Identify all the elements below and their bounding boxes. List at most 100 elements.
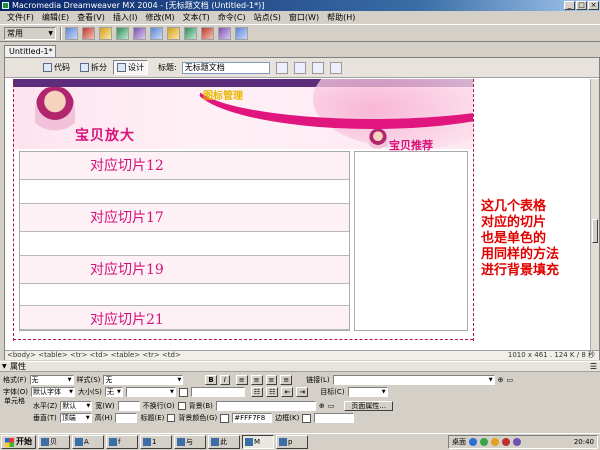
taskbar-item[interactable]: p [276, 435, 308, 449]
align-justify-button[interactable]: ≡ [280, 375, 293, 385]
table-row[interactable]: 对应切片19 [20, 256, 349, 284]
layer-icon[interactable] [133, 26, 146, 40]
outdent-button[interactable]: ⇤ [281, 387, 294, 397]
width-input[interactable] [117, 401, 140, 411]
preview-browser-icon[interactable] [293, 61, 306, 74]
menu-text[interactable]: 文本(T) [179, 12, 214, 23]
menu-commands[interactable]: 命令(C) [214, 12, 250, 23]
taskbar-item-dreamweaver[interactable]: M [242, 435, 274, 449]
menu-help[interactable]: 帮助(H) [323, 12, 359, 23]
code-view-button[interactable]: 代码 [39, 60, 74, 75]
panel-options-icon[interactable]: ☰ [590, 362, 597, 371]
text-color-swatch[interactable] [178, 387, 188, 397]
menu-file[interactable]: 文件(F) [3, 12, 38, 23]
split-view-button[interactable]: 拆分 [76, 60, 111, 75]
background-input[interactable] [215, 401, 316, 411]
size-unit-select[interactable] [125, 387, 176, 397]
size-select[interactable]: 无 [104, 387, 123, 397]
design-view-button[interactable]: 设计 [113, 60, 148, 75]
bgcolor-input[interactable]: #FFF7F8 [232, 413, 273, 423]
taskbar-item[interactable]: 贝 [38, 435, 70, 449]
indent-button[interactable]: ⇥ [296, 387, 309, 397]
start-button[interactable]: 开始 [1, 435, 36, 449]
insert-category-dropdown[interactable]: 常用 [4, 26, 56, 40]
ordered-list-button[interactable]: ☷ [266, 387, 279, 397]
clock[interactable]: 20:40 [574, 438, 594, 446]
date-icon[interactable] [184, 26, 197, 40]
vertical-scrollbar[interactable] [590, 79, 599, 350]
comment-icon[interactable] [201, 26, 214, 40]
align-right-button[interactable]: ≡ [265, 375, 278, 385]
menu-view[interactable]: 查看(V) [73, 12, 109, 23]
unordered-list-button[interactable]: ☷ [250, 387, 264, 397]
antivirus-icon[interactable] [502, 438, 510, 446]
menu-modify[interactable]: 修改(M) [141, 12, 178, 23]
named-anchor-icon[interactable] [99, 26, 112, 40]
network-icon[interactable] [469, 438, 477, 446]
hyperlink-icon[interactable] [65, 26, 78, 40]
shield-icon[interactable] [480, 438, 488, 446]
browse-folder-icon[interactable]: ▭ [507, 376, 514, 384]
table-row[interactable] [20, 180, 349, 204]
scrollbar-thumb[interactable] [592, 219, 598, 243]
design-canvas[interactable]: 图标管理 宝贝放大 宝贝推荐 对应切片12 对应切片17 对应切片19 对应切片… [5, 79, 591, 350]
format-select[interactable]: 无 [29, 375, 74, 385]
bgcolor-swatch[interactable] [220, 413, 230, 423]
bold-button[interactable]: B [205, 375, 217, 385]
menu-site[interactable]: 站点(S) [250, 12, 285, 23]
taskbar-item[interactable]: 与 [174, 435, 206, 449]
nowrap-checkbox[interactable] [177, 402, 186, 410]
browse-folder-icon[interactable]: ▭ [328, 402, 335, 410]
refresh-icon[interactable] [311, 61, 324, 74]
page-properties-button[interactable]: 页面属性... [344, 401, 394, 411]
height-input[interactable] [115, 413, 138, 423]
table-row[interactable]: 对应切片12 [20, 152, 349, 180]
table-row[interactable] [20, 284, 349, 306]
font-select[interactable]: 默认字体 [30, 387, 75, 397]
link-input[interactable] [332, 375, 495, 385]
border-color-input[interactable] [314, 413, 355, 423]
point-to-file-icon[interactable]: ⊕ [498, 376, 504, 384]
window-title-bar[interactable]: Macromedia Dreamweaver MX 2004 - [无标题文档 … [0, 0, 600, 11]
doc-title-input[interactable]: 无标题文档 [181, 61, 270, 74]
maximize-button[interactable]: □ [576, 1, 587, 10]
table-icon[interactable] [116, 26, 129, 40]
menu-edit[interactable]: 编辑(E) [38, 12, 73, 23]
table-row[interactable]: 对应切片17 [20, 204, 349, 232]
content-table-left[interactable]: 对应切片12 对应切片17 对应切片19 对应切片21 [19, 151, 350, 331]
vertical-align-select[interactable]: 顶端 [59, 413, 92, 423]
italic-button[interactable]: I [219, 375, 230, 385]
volume-icon[interactable] [513, 438, 521, 446]
align-center-button[interactable]: ≡ [250, 375, 263, 385]
menu-window[interactable]: 窗口(W) [285, 12, 323, 23]
media-icon[interactable] [167, 26, 180, 40]
target-select[interactable] [347, 387, 388, 397]
desktop-toolbar-label[interactable]: 桌面 [452, 437, 466, 447]
tag-chooser-icon[interactable] [235, 26, 248, 40]
horizontal-align-select[interactable]: 默认 [60, 401, 93, 411]
text-color-input[interactable] [190, 387, 245, 397]
taskbar-item[interactable]: 1 [140, 435, 172, 449]
tag-selector[interactable]: <body> <table> <tr> <td> <table> <tr> <t… [7, 351, 181, 359]
template-icon[interactable] [218, 26, 231, 40]
taskbar-item[interactable]: 此 [208, 435, 240, 449]
taskbar-item[interactable]: A [72, 435, 104, 449]
table-row[interactable]: 对应切片21 [20, 306, 349, 330]
minimize-button[interactable]: _ [564, 1, 575, 10]
point-to-file-icon[interactable]: ⊕ [319, 402, 325, 410]
properties-header[interactable]: 属性 ☰ [0, 362, 600, 372]
image-icon[interactable] [150, 26, 163, 40]
content-table-right[interactable] [354, 151, 468, 331]
file-management-icon[interactable] [275, 61, 288, 74]
table-row[interactable] [20, 232, 349, 256]
close-button[interactable]: × [588, 1, 599, 10]
view-options-icon[interactable] [329, 61, 342, 74]
messenger-icon[interactable] [491, 438, 499, 446]
style-select[interactable]: 无 [103, 375, 184, 385]
border-color-swatch[interactable] [302, 413, 312, 423]
header-checkbox[interactable] [167, 414, 176, 422]
align-left-button[interactable]: ≡ [235, 375, 248, 385]
email-link-icon[interactable] [82, 26, 95, 40]
menu-insert[interactable]: 插入(I) [109, 12, 142, 23]
taskbar-item[interactable]: f [106, 435, 138, 449]
